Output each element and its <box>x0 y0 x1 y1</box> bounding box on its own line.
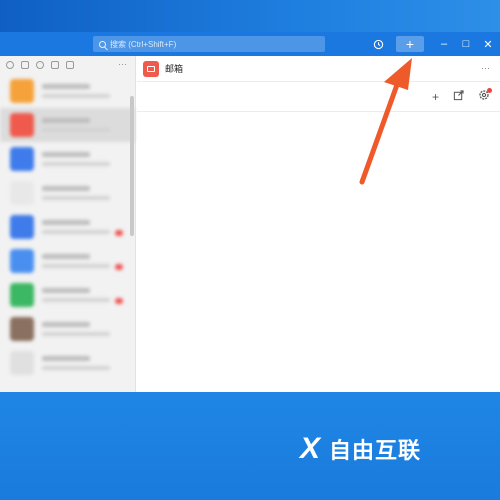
chat-preview <box>42 220 110 234</box>
doc-icon[interactable] <box>51 61 59 69</box>
unread-badge <box>115 298 123 304</box>
chat-name-line <box>42 288 90 293</box>
search-placeholder: 搜索 (Ctrl+Shift+F) <box>110 39 177 49</box>
chat-list-item[interactable] <box>0 74 135 108</box>
chat-preview <box>42 254 110 268</box>
chat-message-line <box>42 366 110 370</box>
minimize-button[interactable]: – <box>432 32 456 56</box>
chat-preview <box>42 152 110 166</box>
open-external-icon[interactable] <box>453 89 464 104</box>
at-icon[interactable] <box>6 61 14 69</box>
chat-list-item[interactable] <box>0 312 135 346</box>
chat-name-line <box>42 84 90 89</box>
main-panel: 邮箱 ··· + <box>137 56 500 392</box>
sidebar-toolbar: ··· <box>0 56 135 74</box>
chat-list-item[interactable] <box>0 142 135 176</box>
desktop-background-bottom <box>0 392 500 500</box>
search-icon <box>99 40 106 48</box>
conversation-header: 邮箱 ··· <box>137 56 500 82</box>
desktop-background-top <box>0 0 500 32</box>
avatar <box>10 113 34 137</box>
chat-preview <box>42 186 110 200</box>
chat-list-item[interactable] <box>0 278 135 312</box>
settings-gear-icon[interactable] <box>478 88 492 104</box>
notification-dot <box>487 88 492 93</box>
chat-name-line <box>42 186 90 191</box>
chat-preview <box>42 84 110 98</box>
chat-name-line <box>42 254 90 259</box>
history-icon[interactable] <box>366 32 390 56</box>
chat-preview <box>42 356 110 370</box>
watermark-logo: X <box>300 432 322 465</box>
chat-message-line <box>42 230 110 234</box>
file-icon[interactable] <box>66 61 74 69</box>
envelope-icon <box>147 65 155 72</box>
chat-list-item[interactable] <box>0 244 135 278</box>
chat-message-line <box>42 264 110 268</box>
conversation-title: 邮箱 <box>165 64 184 74</box>
chat-list-item[interactable] <box>0 210 135 244</box>
avatar <box>10 283 34 307</box>
chat-list-item[interactable] <box>0 176 135 210</box>
header-more-icon[interactable]: ··· <box>481 63 490 73</box>
chat-message-line <box>42 94 110 98</box>
chat-preview <box>42 288 110 302</box>
unread-badge <box>115 230 123 236</box>
chat-name-line <box>42 322 90 327</box>
chat-message-line <box>42 332 110 336</box>
sidebar-more-icon[interactable]: ··· <box>118 59 127 69</box>
close-button[interactable]: ✕ <box>476 32 500 56</box>
chat-preview <box>42 118 110 132</box>
chat-name-line <box>42 356 90 361</box>
sidebar: ··· <box>0 56 136 392</box>
avatar <box>10 215 34 239</box>
avatar <box>10 249 34 273</box>
title-bar: 搜索 (Ctrl+Shift+F) + – □ ✕ <box>0 32 500 56</box>
chat-list-item[interactable] <box>0 346 135 380</box>
chat-name-line <box>42 220 90 225</box>
chat-list <box>0 74 135 380</box>
chat-preview <box>42 322 110 336</box>
maximize-button[interactable]: □ <box>454 32 478 56</box>
unread-badge <box>115 264 123 270</box>
avatar <box>10 79 34 103</box>
star-icon[interactable] <box>21 61 29 69</box>
avatar <box>10 351 34 375</box>
avatar <box>10 147 34 171</box>
chat-message-line <box>42 128 110 132</box>
add-button[interactable]: + <box>396 36 424 52</box>
chat-message-line <box>42 162 110 166</box>
avatar <box>10 181 34 205</box>
chat-name-line <box>42 152 90 157</box>
compose-add-button[interactable]: + <box>432 90 439 104</box>
mail-toolbar: + <box>137 82 500 112</box>
chat-list-item[interactable] <box>0 108 135 142</box>
search-bar[interactable]: 搜索 (Ctrl+Shift+F) <box>93 36 325 52</box>
watermark: X 自由互联 <box>300 432 421 466</box>
chat-message-line <box>42 298 110 302</box>
watermark-text: 自由互联 <box>329 438 422 463</box>
chat-name-line <box>42 118 90 123</box>
chat-message-line <box>42 196 110 200</box>
contacts-icon[interactable] <box>36 61 44 69</box>
app-window: 搜索 (Ctrl+Shift+F) + – □ ✕ ··· 邮箱 ··· + <box>0 32 500 392</box>
avatar <box>10 317 34 341</box>
scrollbar[interactable] <box>130 96 134 236</box>
mail-avatar <box>143 60 159 77</box>
